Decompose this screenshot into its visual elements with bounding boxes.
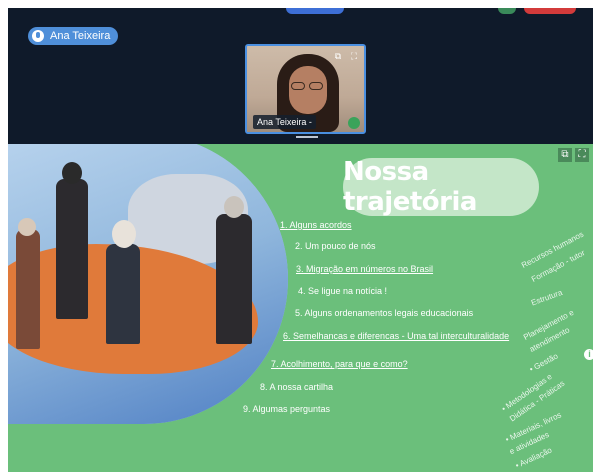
leave-button[interactable]: [524, 8, 576, 14]
agenda-item: 5. Alguns ordenamentos legais educaciona…: [295, 308, 474, 318]
agenda-item[interactable]: 7. Acolhimento, para que e como?: [271, 359, 408, 369]
agenda-item: 9. Algumas perguntas: [243, 404, 331, 414]
resize-handle[interactable]: [296, 136, 318, 138]
top-status-indicator[interactable]: [498, 8, 516, 14]
info-icon[interactable]: i: [584, 349, 593, 360]
video-strip: Ana Teixeira ⧉ ⛶ Ana Teixeira -: [8, 8, 593, 144]
agenda-item: 8. A nossa cartilha: [260, 382, 334, 392]
popout-icon[interactable]: ⧉: [332, 50, 344, 62]
agenda-item[interactable]: 3. Migração em números no Brasil: [296, 264, 433, 274]
top-control-button[interactable]: [286, 8, 344, 14]
agenda-list: 1. Alguns acordos 2. Um pouco de nós 3. …: [8, 144, 593, 472]
participant-face: [289, 66, 327, 114]
meeting-window: Ana Teixeira ⧉ ⛶ Ana Teixeira - Nossa tr…: [0, 0, 593, 472]
participant-glasses: [291, 82, 325, 90]
participant-video-tile[interactable]: ⧉ ⛶ Ana Teixeira -: [245, 44, 366, 134]
tile-controls: ⧉ ⛶: [332, 50, 360, 62]
agenda-item[interactable]: 1. Alguns acordos: [280, 220, 352, 230]
microphone-icon: [32, 30, 44, 42]
agenda-item[interactable]: 6. Semelhancas e diferencas - Uma tal in…: [283, 331, 509, 341]
microphone-icon: [348, 117, 360, 129]
presenter-badge[interactable]: Ana Teixeira: [28, 27, 119, 45]
shared-slide: Nossa trajetória ⧉ ⛶ 1. Alguns acordos 2…: [8, 144, 593, 472]
fullscreen-icon[interactable]: ⛶: [348, 50, 360, 62]
agenda-item: 2. Um pouco de nós: [295, 241, 376, 251]
presenter-name: Ana Teixeira: [50, 30, 111, 42]
agenda-item: 4. Se ligue na notícia !: [298, 286, 388, 296]
participant-name-label: Ana Teixeira -: [253, 115, 316, 129]
